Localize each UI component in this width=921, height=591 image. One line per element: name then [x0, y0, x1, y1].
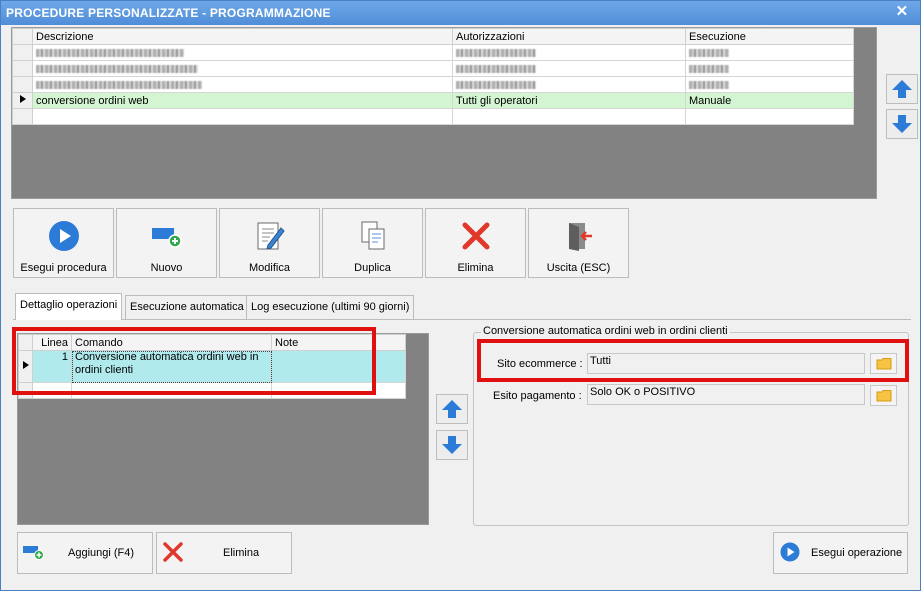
- procedure-esecuzione: Manuale: [685, 92, 854, 109]
- operation-note[interactable]: [271, 350, 406, 383]
- execute-procedure-button[interactable]: Esegui procedura: [13, 208, 114, 278]
- table-row[interactable]: [12, 76, 854, 93]
- delete-button[interactable]: Elimina: [425, 208, 526, 278]
- edit-button[interactable]: Modifica: [219, 208, 320, 278]
- column-header-esecuzione[interactable]: Esecuzione: [685, 28, 854, 45]
- column-header-linea[interactable]: Linea: [32, 334, 72, 351]
- procedures-grid: Descrizione Autorizzazioni Esecuzione co…: [11, 27, 877, 199]
- arrow-down-icon: [442, 436, 462, 454]
- sito-ecommerce-label: Sito ecommerce :: [497, 358, 583, 370]
- folder-icon: [876, 390, 891, 402]
- folder-icon: [876, 358, 891, 370]
- arrow-up-icon: [892, 80, 912, 98]
- column-header-comando[interactable]: Comando: [71, 334, 272, 351]
- blurred-text: [456, 48, 536, 57]
- window-title: PROCEDURE PERSONALIZZATE - PROGRAMMAZION…: [6, 6, 331, 20]
- operation-move-down-button[interactable]: [436, 430, 468, 460]
- blurred-text: [36, 64, 198, 73]
- move-up-button[interactable]: [886, 74, 918, 104]
- column-header-descrizione[interactable]: Descrizione: [32, 28, 453, 45]
- blurred-text: [36, 80, 202, 89]
- procedure-autorizzazioni: Tutti gli operatori: [452, 92, 686, 109]
- operation-move-up-button[interactable]: [436, 394, 468, 424]
- delete-icon: [462, 222, 489, 250]
- title-bar: PROCEDURE PERSONALIZZATE - PROGRAMMAZION…: [1, 1, 920, 25]
- operation-comando[interactable]: Conversione automatica ordini web in ord…: [71, 350, 272, 383]
- row-pointer-icon: [18, 350, 33, 383]
- esito-pagamento-label: Esito pagamento :: [493, 390, 582, 402]
- procedures-header-row: Descrizione Autorizzazioni Esecuzione: [12, 28, 854, 45]
- duplicate-button[interactable]: Duplica: [322, 208, 423, 278]
- column-header-note[interactable]: Note: [271, 334, 406, 351]
- delete-icon: [163, 542, 183, 562]
- blurred-text: [36, 48, 184, 57]
- esito-pagamento-browse-button[interactable]: [870, 385, 897, 406]
- close-icon[interactable]: ✕: [892, 1, 912, 23]
- tab-divider: [13, 319, 911, 320]
- operations-grid: Linea Comando Note 1 Conversione automat…: [17, 333, 429, 525]
- operations-header-row: Linea Comando Note: [18, 334, 406, 351]
- procedure-descrizione: conversione ordini web: [32, 92, 453, 109]
- play-icon: [780, 542, 800, 562]
- sito-ecommerce-browse-button[interactable]: [870, 353, 897, 374]
- blurred-text: [689, 64, 729, 73]
- table-row[interactable]: [12, 44, 854, 61]
- new-icon: [151, 228, 182, 248]
- new-button[interactable]: Nuovo: [116, 208, 217, 278]
- sito-ecommerce-field[interactable]: Tutti: [587, 353, 865, 374]
- column-header-autorizzazioni[interactable]: Autorizzazioni: [452, 28, 686, 45]
- blurred-text: [456, 64, 536, 73]
- edit-icon: [257, 222, 285, 250]
- delete-operation-button[interactable]: Elimina: [156, 532, 292, 574]
- blurred-text: [689, 80, 729, 89]
- empty-row[interactable]: [12, 108, 854, 125]
- esito-pagamento-field[interactable]: Solo OK o POSITIVO: [587, 384, 865, 405]
- tab-esecuzione-automatica[interactable]: Esecuzione automatica: [125, 295, 249, 319]
- operation-row[interactable]: 1 Conversione automatica ordini web in o…: [18, 350, 406, 383]
- operation-linea: 1: [32, 350, 72, 383]
- add-operation-button[interactable]: Aggiungi (F4): [17, 532, 153, 574]
- table-row[interactable]: [12, 60, 854, 77]
- duplicate-icon: [361, 221, 384, 250]
- play-icon: [48, 221, 79, 251]
- detail-group-title: Conversione automatica ordini web in ord…: [481, 325, 730, 337]
- blurred-text: [689, 48, 729, 57]
- tab-dettaglio-operazioni[interactable]: Dettaglio operazioni: [15, 293, 123, 320]
- execute-operation-button[interactable]: Esegui operazione: [773, 532, 908, 574]
- selected-procedure-row[interactable]: conversione ordini web Tutti gli operato…: [12, 92, 854, 109]
- procedures-window: PROCEDURE PERSONALIZZATE - PROGRAMMAZION…: [0, 0, 921, 591]
- tab-log-esecuzione[interactable]: Log esecuzione (ultimi 90 giorni): [246, 295, 415, 319]
- empty-row[interactable]: [18, 382, 406, 399]
- arrow-down-icon: [892, 115, 912, 133]
- exit-icon: [568, 223, 592, 251]
- row-pointer-icon: [12, 92, 33, 109]
- exit-button[interactable]: Uscita (ESC): [528, 208, 629, 278]
- arrow-up-icon: [442, 400, 462, 418]
- move-down-button[interactable]: [886, 109, 918, 139]
- add-icon: [23, 546, 44, 560]
- blurred-text: [456, 80, 536, 89]
